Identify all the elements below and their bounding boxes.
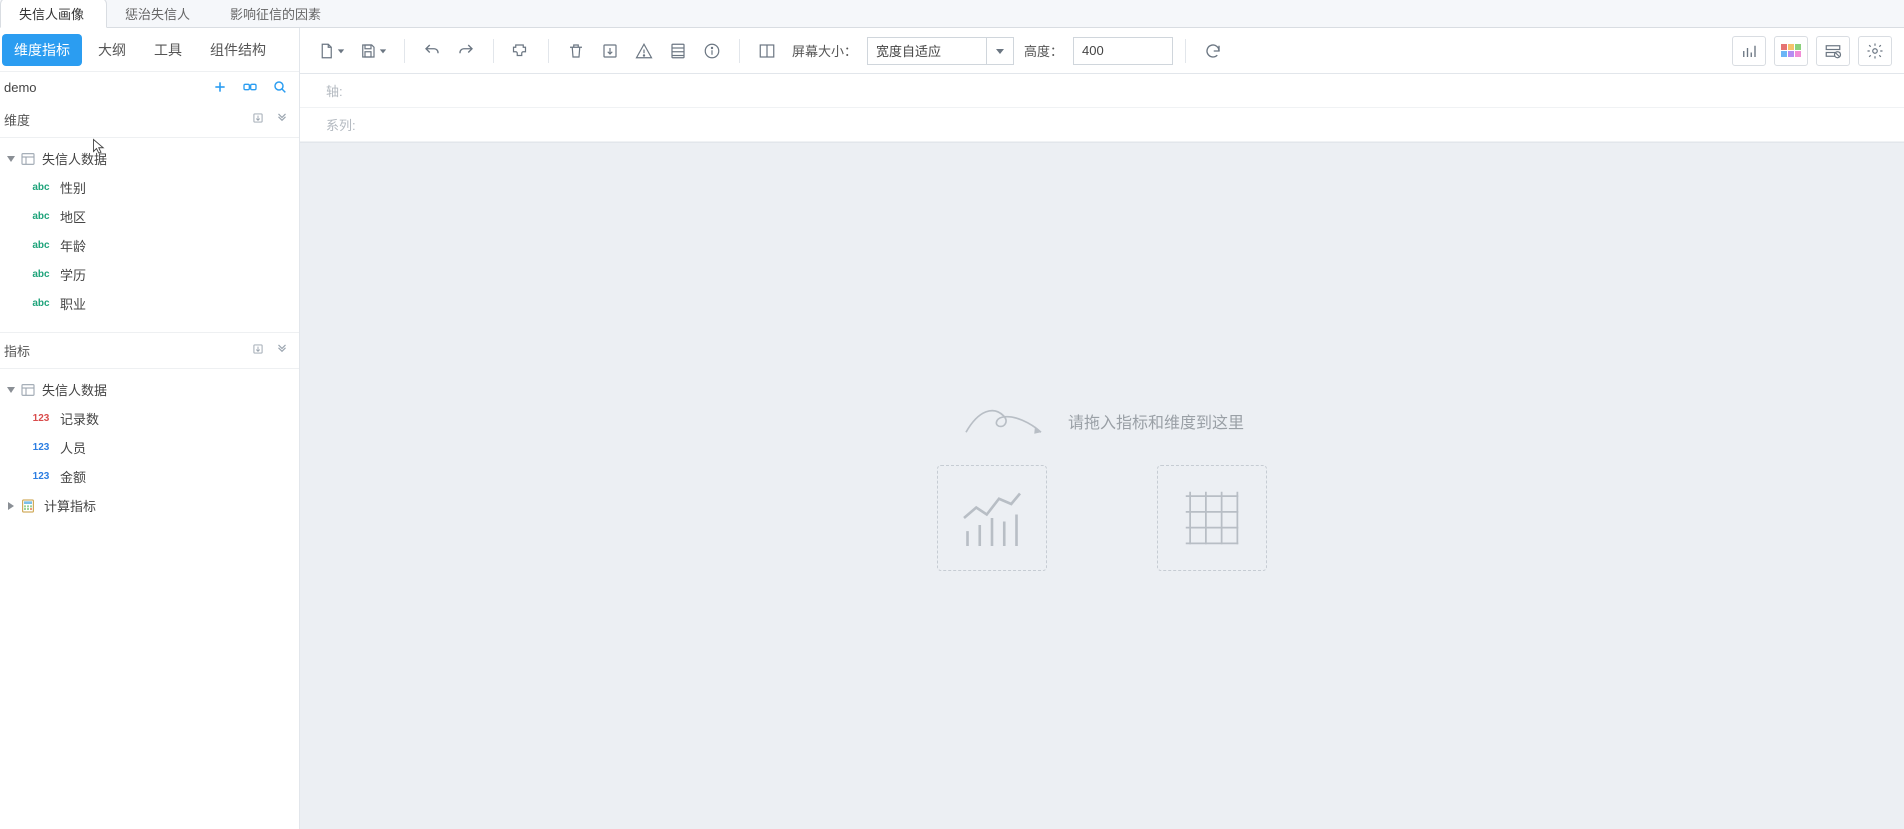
collapse-icon[interactable] [275,342,289,359]
data-button[interactable] [663,36,693,66]
color-grid-icon [1781,44,1801,57]
screen-size-label: 屏幕大小： [786,41,863,60]
metrics-tree: 失信人数据 123 记录数 123 人员 123 金额 [0,369,299,534]
file-tab-profile[interactable]: 失信人画像 [0,0,107,28]
filter-button[interactable] [1816,36,1850,66]
num-type-icon: 123 [30,413,52,424]
separator [739,39,740,63]
calc-group-label: 计算指标 [44,496,96,515]
axis-shelf[interactable]: 轴: [300,74,1904,108]
collapse-icon[interactable] [275,111,289,128]
dataset-name: demo [4,80,37,95]
dimensions-label: 维度 [4,110,30,129]
save-button[interactable] [354,36,392,66]
metric-field-amount[interactable]: 123 金额 [0,462,299,491]
metric-field-count[interactable]: 123 记录数 [0,404,299,433]
abc-type-icon: abc [30,269,52,280]
side-tab-outline[interactable]: 大纲 [84,30,140,70]
dim-field-edu[interactable]: abc 学历 [0,260,299,289]
dim-field-job[interactable]: abc 职业 [0,289,299,318]
info-button[interactable] [697,36,727,66]
dim-group[interactable]: 失信人数据 [0,144,299,173]
plugin-button[interactable] [506,36,536,66]
abc-type-icon: abc [30,211,52,222]
height-label: 高度： [1018,41,1069,60]
dimensions-tree: 失信人数据 abc 性别 abc 地区 abc 年龄 abc 学历 [0,138,299,332]
caret-down-icon [6,385,16,395]
num-type-icon: 123 [30,442,52,453]
dim-field-region[interactable]: abc 地区 [0,202,299,231]
export-button[interactable] [595,36,625,66]
abc-type-icon: abc [30,240,52,251]
table-icon [20,151,36,167]
undo-button[interactable] [417,36,447,66]
side-tab-components[interactable]: 组件结构 [196,30,280,70]
calc-group[interactable]: 计算指标 [0,491,299,520]
caret-down-icon [6,154,16,164]
metrics-label: 指标 [4,341,30,360]
refresh-button[interactable] [1198,36,1228,66]
metric-group-label: 失信人数据 [42,380,107,399]
link-icon[interactable] [241,78,259,96]
table-icon [20,382,36,398]
dim-group-label: 失信人数据 [42,149,107,168]
metric-group[interactable]: 失信人数据 [0,375,299,404]
metrics-header: 指标 [0,332,299,369]
placeholder-text: 请拖入指标和维度到这里 [1068,409,1244,433]
sort-icon[interactable] [251,111,265,128]
file-tab-factors[interactable]: 影响征信的因素 [212,0,343,27]
arrow-swirl-icon [960,401,1050,441]
calculator-icon [20,498,36,514]
warning-button[interactable] [629,36,659,66]
layout-button[interactable] [752,36,782,66]
placeholder-table-card[interactable] [1157,465,1267,571]
workspace: 屏幕大小： 宽度自适应 高度： [300,28,1904,829]
metric-field-people[interactable]: 123 人员 [0,433,299,462]
separator [493,39,494,63]
shelf-area: 轴: 系列: [300,74,1904,143]
sort-icon[interactable] [251,342,265,359]
screen-size-select[interactable]: 宽度自适应 [867,37,987,65]
num-type-icon: 123 [30,471,52,482]
add-icon[interactable] [211,78,229,96]
abc-type-icon: abc [30,298,52,309]
screen-size-dropdown[interactable] [987,37,1014,65]
file-tab-punish[interactable]: 惩治失信人 [107,0,212,27]
file-tabs: 失信人画像 惩治失信人 影响征信的因素 [0,0,1904,28]
series-shelf[interactable]: 系列: [300,108,1904,142]
separator [548,39,549,63]
dim-field-age[interactable]: abc 年龄 [0,231,299,260]
toolbar: 屏幕大小： 宽度自适应 高度： [300,28,1904,74]
height-input[interactable] [1073,37,1173,65]
separator [404,39,405,63]
side-tab-tools[interactable]: 工具 [140,30,196,70]
delete-button[interactable] [561,36,591,66]
new-file-button[interactable] [312,36,350,66]
placeholder-chart-card[interactable] [937,465,1047,571]
dimensions-header: 维度 [0,102,299,138]
side-tab-dim-metric[interactable]: 维度指标 [2,34,82,66]
dataset-row: demo [0,72,299,102]
redo-button[interactable] [451,36,481,66]
search-icon[interactable] [271,78,289,96]
side-tabs: 维度指标 大纲 工具 组件结构 [0,28,299,72]
sidebar: 维度指标 大纲 工具 组件结构 demo [0,28,300,829]
separator [1185,39,1186,63]
settings-button[interactable] [1858,36,1892,66]
color-palette-button[interactable] [1774,36,1808,66]
dim-field-gender[interactable]: abc 性别 [0,173,299,202]
placeholder: 请拖入指标和维度到这里 [937,401,1267,571]
caret-right-icon [6,501,16,511]
chevron-down-icon [379,43,387,58]
abc-type-icon: abc [30,182,52,193]
canvas-drop-area[interactable]: 请拖入指标和维度到这里 [300,143,1904,829]
chevron-down-icon [337,43,345,58]
chart-type-button[interactable] [1732,36,1766,66]
